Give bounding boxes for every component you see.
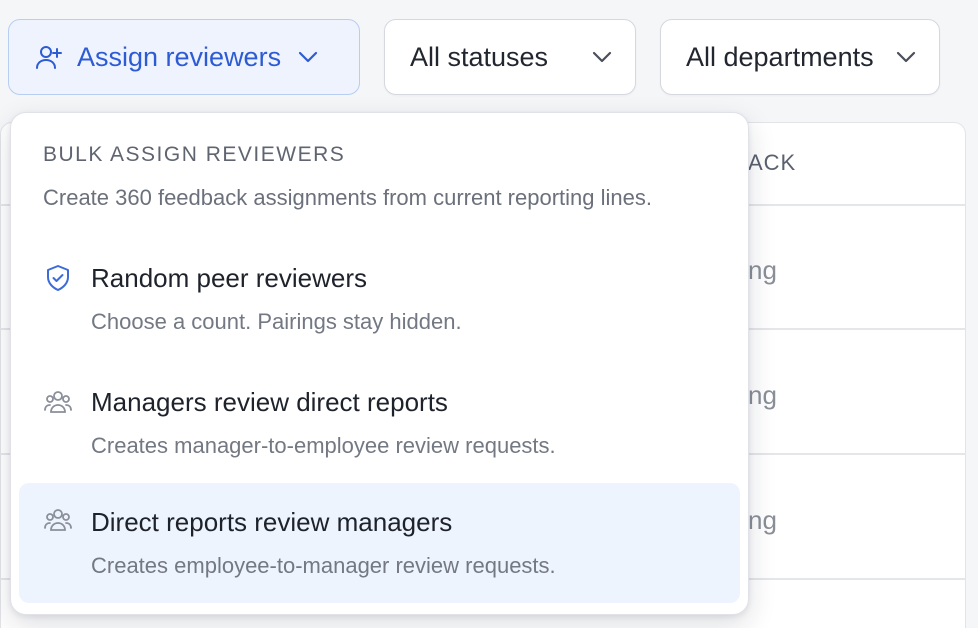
chevron-down-icon — [895, 50, 917, 64]
table-cell-fragment: ng — [748, 505, 777, 535]
chevron-down-icon — [591, 50, 613, 64]
menu-item-description: Creates employee-to-manager review reque… — [91, 553, 556, 578]
users-icon — [43, 387, 73, 417]
users-icon — [43, 505, 73, 535]
table-cell-fragment: ng — [748, 380, 777, 410]
menu-item-description: Choose a count. Pairings stay hidden. — [91, 309, 462, 334]
chevron-down-icon — [297, 50, 319, 64]
status-filter-select[interactable]: All statuses — [384, 19, 636, 95]
table-cell-fragment: ng — [748, 255, 777, 285]
department-filter-value: All departments — [686, 41, 874, 72]
review-page: ACK ng ng ng Assign reviewers All status… — [0, 0, 978, 628]
menu-item-label: Direct reports review managers — [91, 507, 453, 537]
menu-item-description: Creates manager-to-employee review reque… — [91, 433, 556, 458]
menu-item-managers-review-direct-reports[interactable]: Managers review direct reports Creates m… — [19, 367, 740, 487]
shield-check-icon — [43, 263, 73, 293]
assign-reviewers-menu: BULK ASSIGN REVIEWERS Create 360 feedbac… — [10, 112, 749, 615]
assign-reviewers-button[interactable]: Assign reviewers — [8, 19, 360, 95]
assign-reviewers-label: Assign reviewers — [77, 41, 282, 72]
table-header-fragment: ACK — [748, 150, 797, 175]
menu-item-label: Managers review direct reports — [91, 387, 448, 417]
menu-item-label: Random peer reviewers — [91, 263, 368, 293]
menu-subtitle: Create 360 feedback assignments from cur… — [43, 185, 652, 210]
menu-title: BULK ASSIGN REVIEWERS — [43, 143, 346, 166]
menu-item-direct-reports-review-managers[interactable]: Direct reports review managers Creates e… — [19, 483, 740, 603]
user-plus-icon — [35, 43, 63, 71]
menu-item-random-peer-reviewers[interactable]: Random peer reviewers Choose a count. Pa… — [19, 243, 740, 363]
status-filter-value: All statuses — [410, 41, 549, 72]
department-filter-select[interactable]: All departments — [660, 19, 940, 95]
